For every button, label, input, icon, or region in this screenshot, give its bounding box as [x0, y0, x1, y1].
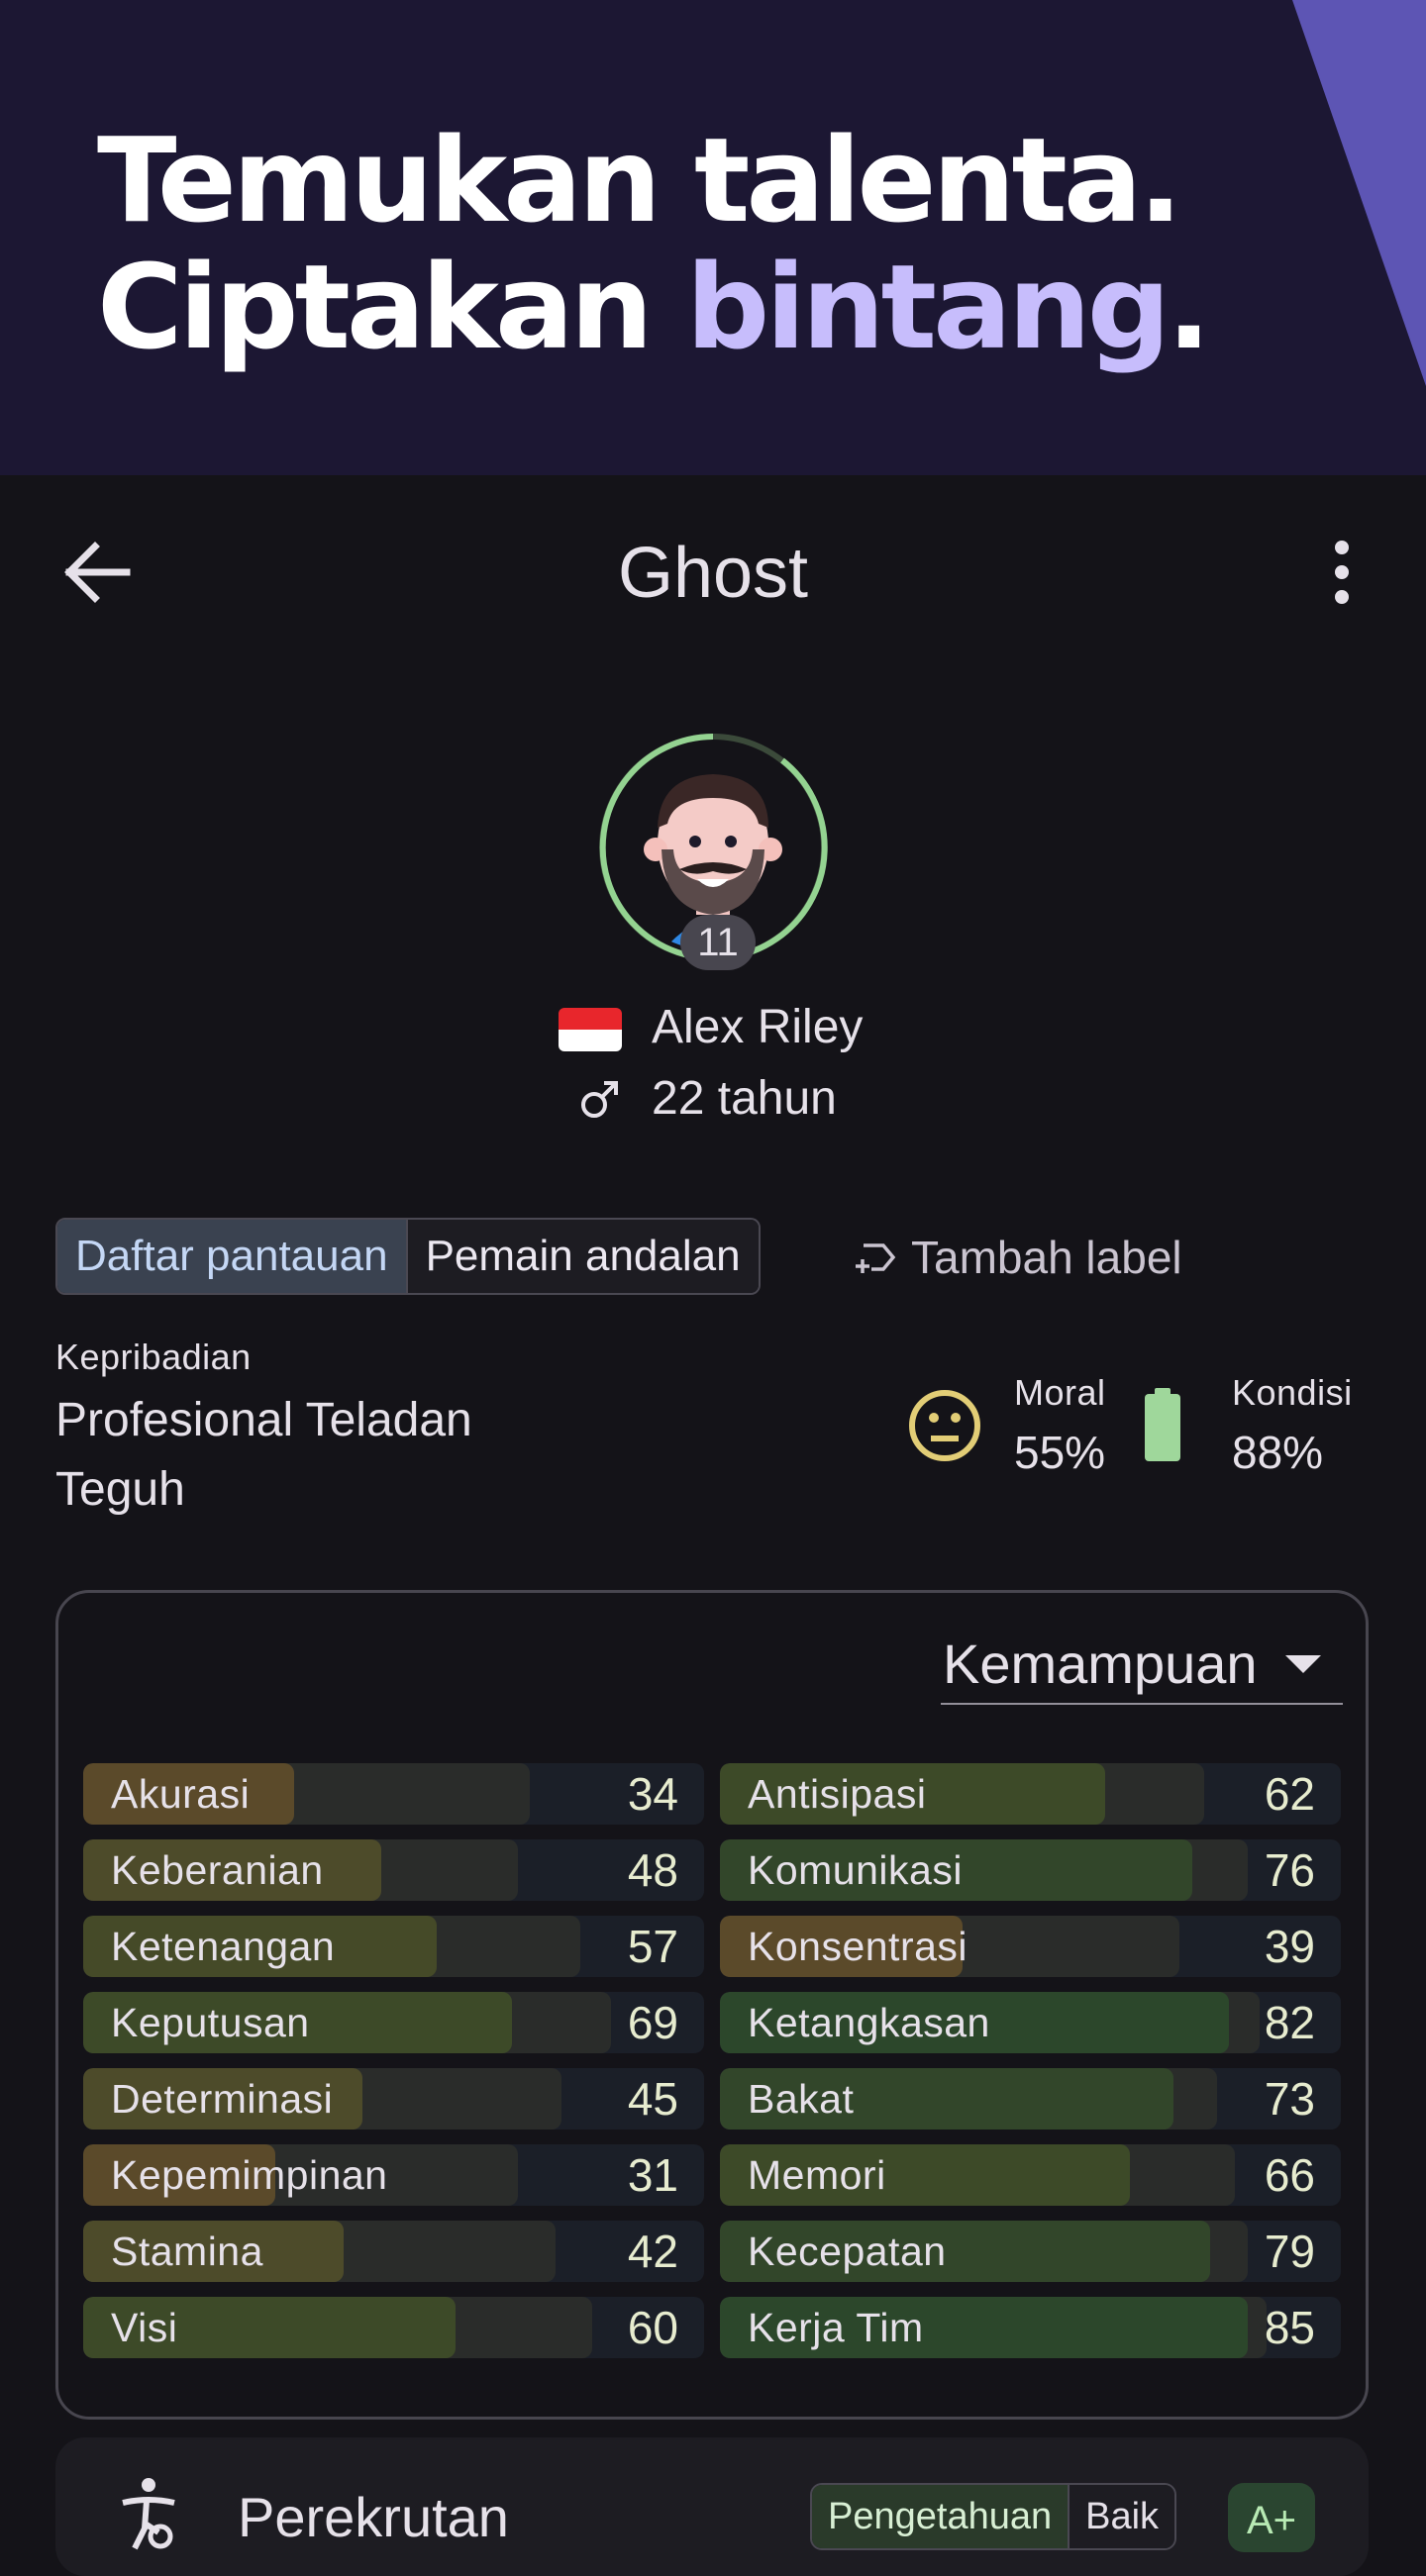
knowledge-chip: Pengetahuan Baik — [810, 2483, 1177, 2550]
attribute-row[interactable]: Komunikasi 76 — [720, 1839, 1341, 1901]
attribute-name: Determinasi — [111, 2076, 334, 2122]
attribute-name: Kerja Tim — [748, 2305, 924, 2350]
attribute-value: 73 — [1264, 2073, 1315, 2125]
player-name: Alex Riley — [652, 1001, 864, 1053]
headline-line-2: Ciptakan bintang. — [97, 244, 1211, 370]
attribute-row[interactable]: Kepemimpinan 31 — [83, 2144, 704, 2206]
attribute-row[interactable]: Keberanian 48 — [83, 1839, 704, 1901]
attribute-value: 69 — [627, 1997, 678, 2048]
attribute-row[interactable]: Ketangkasan 82 — [720, 1992, 1341, 2053]
chevron-down-icon — [1285, 1655, 1321, 1673]
player-number-badge: 11 — [680, 915, 756, 970]
attribute-row[interactable]: Kerja Tim 85 — [720, 2297, 1341, 2358]
headline-prefix: Ciptakan — [97, 239, 686, 375]
attribute-row[interactable]: Ketenangan 57 — [83, 1916, 704, 1977]
attribute-name: Bakat — [748, 2076, 855, 2122]
headline-line-1: Temukan talenta. — [97, 112, 1182, 248]
attribute-value: 85 — [1264, 2302, 1315, 2353]
indonesia-flag — [559, 1008, 622, 1051]
attribute-name: Antisipasi — [748, 1771, 927, 1817]
attribute-category-dropdown[interactable]: Kemampuan — [941, 1624, 1343, 1705]
attribute-value: 60 — [627, 2302, 678, 2353]
attribute-name: Konsentrasi — [748, 1924, 968, 1969]
personality-value: Profesional Teladan Teguh — [55, 1394, 472, 1516]
attribute-name: Ketangkasan — [748, 2000, 990, 2045]
attribute-name: Ketenangan — [111, 1924, 336, 1969]
promo-banner: Temukan talenta. Ciptakan bintang. — [0, 0, 1426, 475]
attribute-name: Komunikasi — [748, 1847, 963, 1893]
attribute-name: Visi — [111, 2305, 178, 2350]
attribute-name: Kepemimpinan — [111, 2152, 388, 2198]
moral-label: Moral — [1014, 1372, 1106, 1413]
more-vertical-icon — [1335, 541, 1349, 604]
player-age: 22 tahun — [652, 1072, 837, 1125]
scout-grade-badge: A+ — [1228, 2483, 1315, 2552]
knowledge-value: Baik — [1068, 2485, 1175, 2548]
attribute-row[interactable]: Antisipasi 62 — [720, 1763, 1341, 1825]
male-icon — [581, 1081, 618, 1118]
attribute-value: 48 — [627, 1844, 678, 1896]
attribute-value: 45 — [627, 2073, 678, 2125]
attribute-name: Keputusan — [111, 2000, 310, 2045]
recruitment-title: Perekrutan — [238, 2486, 509, 2548]
attribute-name: Stamina — [111, 2229, 263, 2274]
moral-value: 55% — [1014, 1427, 1106, 1478]
attribute-value: 62 — [1264, 1768, 1315, 1820]
scout-icon — [122, 2478, 175, 2550]
headline-accent: bintang — [685, 239, 1171, 375]
label-chip-key-player[interactable]: Pemain andalan — [405, 1220, 759, 1293]
label-chip-group: Daftar pantauan Pemain andalan — [55, 1218, 761, 1295]
add-label-text: Tambah label — [911, 1232, 1182, 1283]
label-add-icon — [856, 1243, 896, 1273]
personality-label: Kepribadian — [55, 1337, 252, 1377]
attribute-row[interactable]: Stamina 42 — [83, 2221, 704, 2282]
attribute-row[interactable]: Visi 60 — [83, 2297, 704, 2358]
attribute-row[interactable]: Determinasi 45 — [83, 2068, 704, 2130]
more-options-button[interactable] — [1313, 540, 1371, 605]
dropdown-selected-value: Kemampuan — [943, 1633, 1258, 1695]
attribute-value: 42 — [627, 2226, 678, 2277]
page-title: Ghost — [617, 534, 809, 613]
attribute-name: Akurasi — [111, 1771, 251, 1817]
knowledge-label: Pengetahuan — [812, 2485, 1069, 2548]
neutral-face-icon — [909, 1390, 980, 1461]
banner-headline: Temukan talenta. Ciptakan bintang. — [97, 112, 1211, 370]
attribute-row[interactable]: Konsentrasi 39 — [720, 1916, 1341, 1977]
attribute-value: 79 — [1264, 2226, 1315, 2277]
attribute-row[interactable]: Akurasi 34 — [83, 1763, 704, 1825]
attribute-value: 76 — [1264, 1844, 1315, 1896]
kondisi-value: 88% — [1232, 1427, 1324, 1478]
attribute-row[interactable]: Memori 66 — [720, 2144, 1341, 2206]
attribute-row[interactable]: Keputusan 69 — [83, 1992, 704, 2053]
attribute-value: 82 — [1264, 1997, 1315, 2048]
attribute-row[interactable]: Bakat 73 — [720, 2068, 1341, 2130]
attribute-name: Keberanian — [111, 1847, 324, 1893]
attribute-row[interactable]: Kecepatan 79 — [720, 2221, 1341, 2282]
add-label-button[interactable]: Tambah label — [854, 1228, 1182, 1287]
attribute-value: 34 — [627, 1768, 678, 1820]
headline-suffix: . — [1167, 239, 1211, 375]
label-chip-watchlist[interactable]: Daftar pantauan — [57, 1220, 406, 1293]
attribute-value: 57 — [627, 1921, 678, 1972]
kondisi-label: Kondisi — [1232, 1372, 1353, 1413]
battery-icon — [1145, 1388, 1180, 1461]
attribute-name: Memori — [748, 2152, 886, 2198]
attribute-value: 31 — [627, 2149, 678, 2201]
attribute-value: 39 — [1264, 1921, 1315, 1972]
banner-decoration — [1292, 0, 1426, 386]
attribute-value: 66 — [1264, 2149, 1315, 2201]
attribute-name: Kecepatan — [748, 2229, 947, 2274]
